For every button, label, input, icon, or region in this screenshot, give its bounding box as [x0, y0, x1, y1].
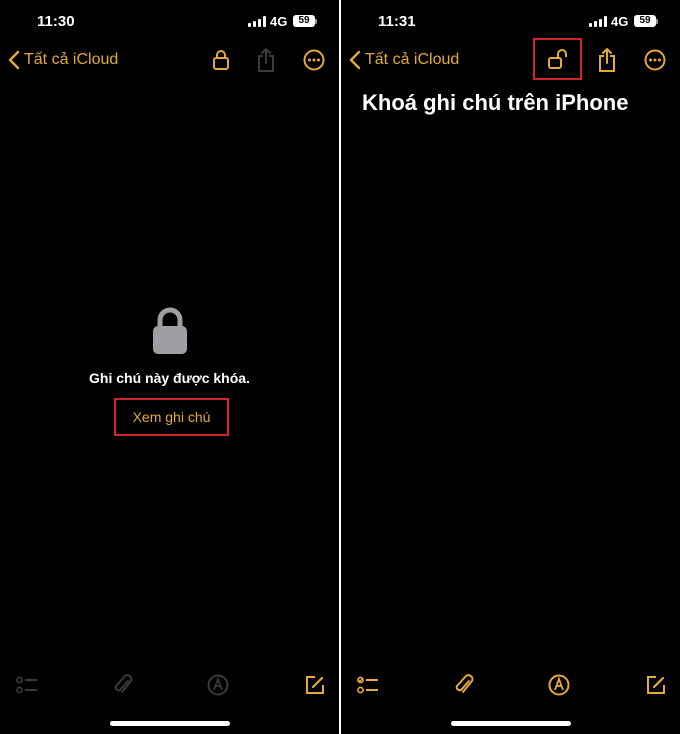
unlock-icon[interactable]: [547, 48, 569, 70]
status-time: 11:30: [37, 13, 75, 30]
paperclip-icon[interactable]: [454, 673, 474, 697]
share-icon[interactable]: [597, 47, 617, 73]
signal-icon: [248, 16, 266, 27]
chevron-left-icon: [349, 50, 361, 70]
note-title[interactable]: Khoá ghi chú trên iPhone: [362, 90, 628, 116]
network-label: 4G: [270, 14, 288, 29]
back-label: Tất cả iCloud: [365, 51, 460, 68]
left-phone-screen: 11:30 4G 59 Tất cả iCloud Ghi chú này đư…: [0, 0, 339, 734]
share-icon[interactable]: [256, 47, 276, 73]
padlock-icon: [153, 307, 187, 354]
more-icon[interactable]: [644, 49, 666, 71]
battery-icon: 59: [293, 15, 315, 27]
status-time: 11:31: [378, 13, 416, 30]
chevron-left-icon: [8, 50, 20, 70]
locked-message: Ghi chú này được khóa.: [89, 370, 250, 386]
home-indicator[interactable]: [110, 721, 230, 726]
right-phone-screen: 11:31 4G 59 Tất cả iCloud Khoá ghi chú t…: [341, 0, 680, 734]
lock-icon[interactable]: [212, 49, 230, 71]
back-button[interactable]: Tất cả iCloud: [349, 50, 459, 70]
battery-icon: 59: [634, 15, 656, 27]
view-note-button[interactable]: Xem ghi chú: [114, 398, 229, 436]
compose-icon[interactable]: [645, 674, 667, 696]
paperclip-icon[interactable]: [113, 673, 133, 697]
markup-icon[interactable]: [207, 674, 229, 696]
home-indicator[interactable]: [451, 721, 571, 726]
network-label: 4G: [611, 14, 629, 29]
checklist-icon[interactable]: [357, 675, 379, 695]
back-button[interactable]: Tất cả iCloud: [8, 50, 118, 70]
back-label: Tất cả iCloud: [24, 51, 119, 68]
markup-icon[interactable]: [548, 674, 570, 696]
compose-icon[interactable]: [304, 674, 326, 696]
checklist-icon[interactable]: [16, 675, 38, 695]
signal-icon: [589, 16, 607, 27]
more-icon[interactable]: [303, 49, 325, 71]
